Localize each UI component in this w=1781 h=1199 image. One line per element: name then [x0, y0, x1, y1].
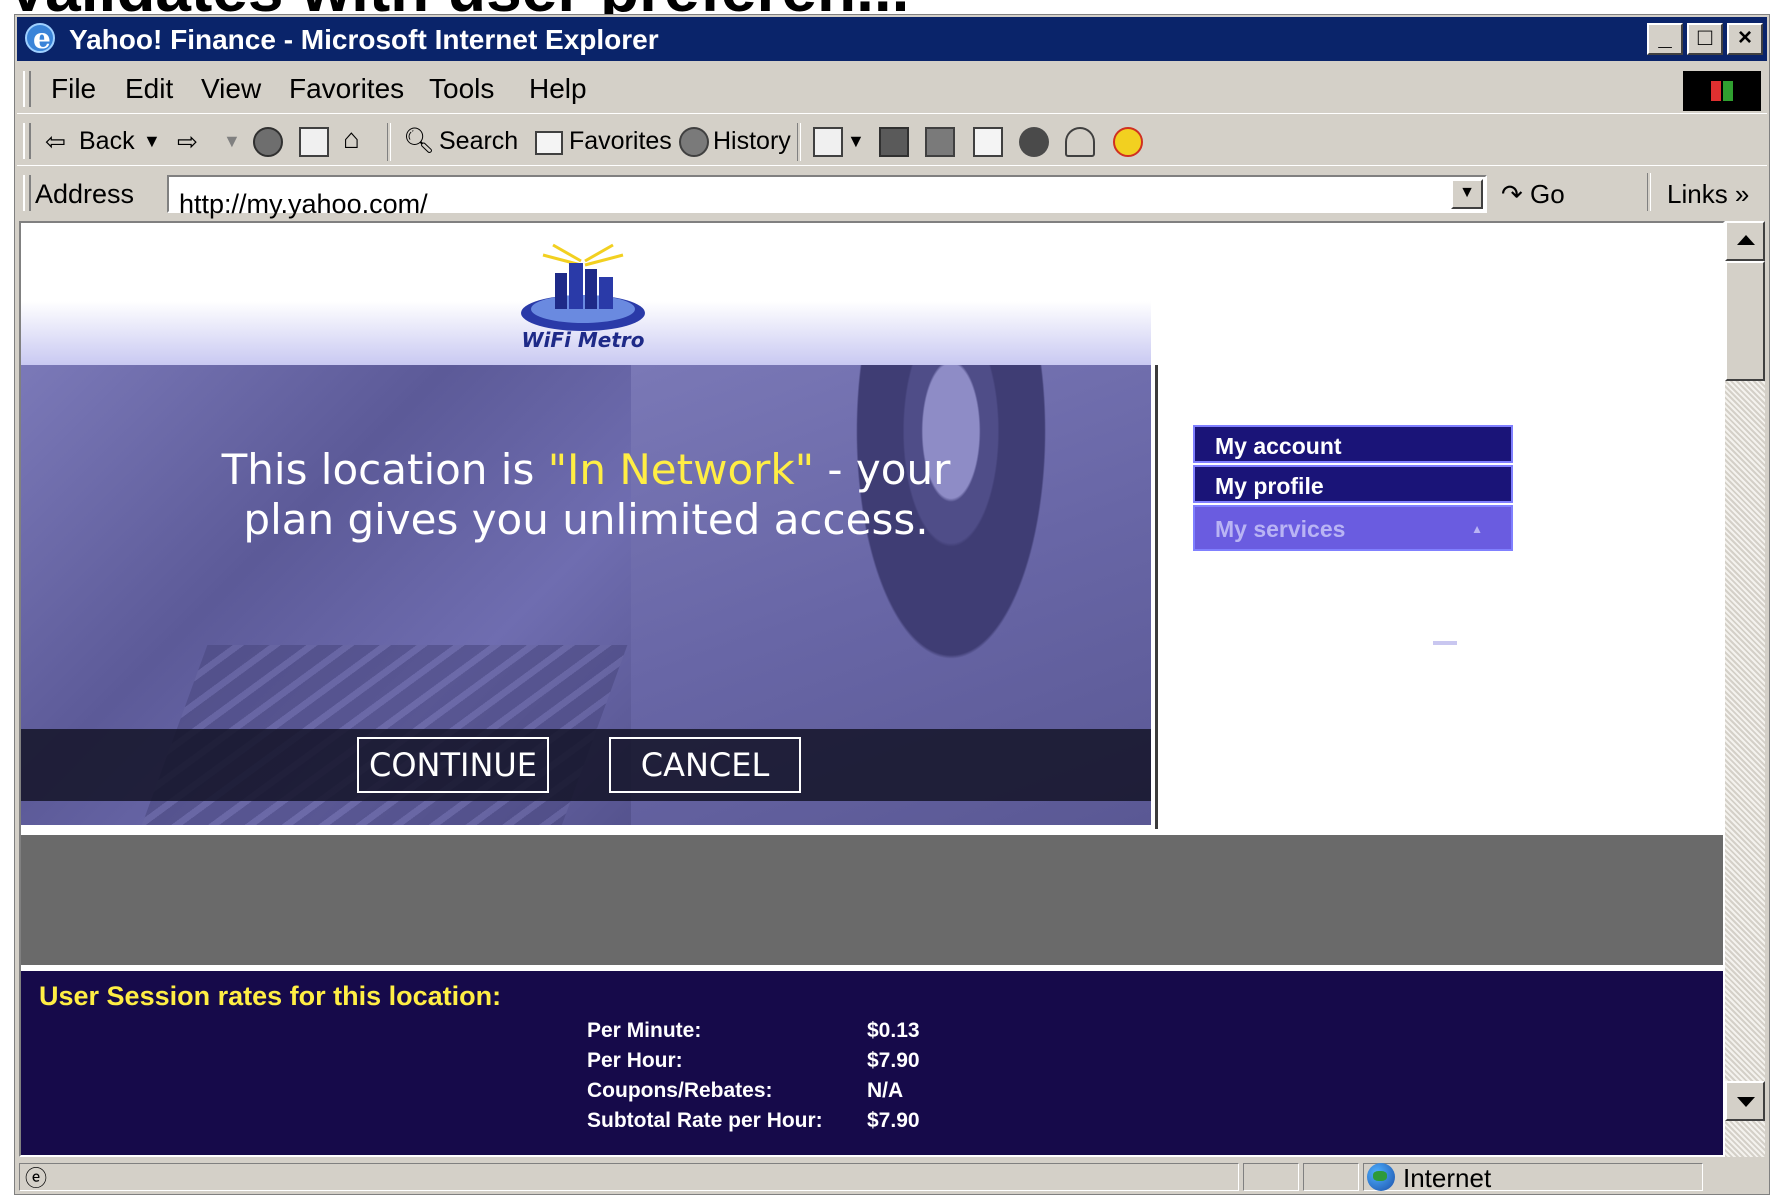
- menu-help[interactable]: Help: [529, 73, 587, 105]
- page-header: WiFi Metro: [21, 223, 1151, 365]
- back-dropdown-icon[interactable]: ▼: [143, 131, 161, 152]
- continue-button[interactable]: CONTINUE: [357, 737, 549, 793]
- close-button[interactable]: ×: [1727, 23, 1763, 55]
- session-rates-panel: User Session rates for this location: Pe…: [21, 971, 1723, 1155]
- stop-icon[interactable]: [253, 127, 283, 157]
- account-menu: My account My profile My services: [1193, 425, 1513, 553]
- wifi-metro-logo: WiFi Metro: [521, 243, 645, 352]
- scroll-down-button[interactable]: [1725, 1081, 1765, 1121]
- toolbar-separator: [387, 123, 391, 161]
- yahoo-messenger-icon[interactable]: [1113, 127, 1143, 157]
- status-pane: [1243, 1163, 1299, 1191]
- go-button[interactable]: ↷ Go: [1501, 179, 1565, 210]
- mail-icon[interactable]: [813, 127, 843, 157]
- windows-logo-icon: [1683, 71, 1761, 111]
- messenger-icon[interactable]: [1019, 127, 1049, 157]
- toolbar-separator: [797, 123, 801, 161]
- decorative-dash: [1433, 641, 1457, 645]
- address-bar: Address http://my.yahoo.com/ ▼ ↷ Go Link…: [17, 169, 1767, 219]
- discuss-icon[interactable]: [973, 127, 1003, 157]
- toolbar-grip: [23, 123, 31, 159]
- go-label: Go: [1530, 179, 1565, 209]
- toolbar: ⇦ Back ▼ ⇨ ▼ ⌂ 🔍︎ Search Favorites Histo…: [17, 117, 1767, 166]
- cancel-button[interactable]: CANCEL: [609, 737, 801, 793]
- toolbar-separator: [1647, 173, 1651, 211]
- rate-value: $0.13: [867, 1019, 920, 1042]
- window-title: Yahoo! Finance - Microsoft Internet Expl…: [69, 24, 659, 55]
- address-label: Address: [35, 179, 135, 209]
- network-message-part: plan gives you unlimited access.: [243, 495, 929, 544]
- maximize-button[interactable]: □: [1687, 23, 1723, 55]
- rate-value: $7.90: [867, 1109, 920, 1132]
- page-viewport: WiFi Metro This location is "In Network"…: [19, 221, 1725, 1157]
- panel-divider: [1155, 365, 1158, 829]
- history-icon[interactable]: [679, 127, 709, 157]
- home-icon[interactable]: ⌂: [343, 123, 360, 155]
- links-button[interactable]: Links »: [1667, 179, 1749, 210]
- rate-value: N/A: [867, 1079, 904, 1102]
- favorites-button[interactable]: Favorites: [569, 127, 672, 156]
- refresh-icon[interactable]: [299, 127, 329, 157]
- menu-bar: File Edit View Favorites Tools Help: [17, 65, 1767, 114]
- browser-window: Yahoo! Finance - Microsoft Internet Expl…: [14, 14, 1770, 1195]
- gray-band: [21, 835, 1723, 965]
- menu-my-profile[interactable]: My profile: [1193, 465, 1513, 503]
- address-input[interactable]: http://my.yahoo.com/ ▼: [167, 175, 1487, 219]
- favorites-icon[interactable]: [535, 131, 563, 155]
- addressbar-grip: [23, 175, 31, 211]
- edit-icon[interactable]: [925, 127, 955, 157]
- ie-icon[interactable]: [25, 22, 55, 55]
- action-bar: CONTINUE CANCEL: [21, 729, 1151, 801]
- contacts-icon[interactable]: [1065, 127, 1095, 157]
- rates-title: User Session rates for this location:: [39, 981, 502, 1011]
- forward-dropdown-icon[interactable]: ▼: [223, 131, 241, 152]
- go-arrow-icon: ↷: [1501, 179, 1523, 209]
- menu-tools[interactable]: Tools: [429, 73, 494, 105]
- minimize-button[interactable]: _: [1647, 23, 1683, 55]
- network-message: This location is "In Network" - your pla…: [21, 445, 1151, 545]
- history-button[interactable]: History: [713, 127, 791, 156]
- network-status-panel: This location is "In Network" - your pla…: [21, 365, 1151, 825]
- security-zone: Internet: [1403, 1163, 1492, 1193]
- rate-label: Coupons/Rebates:: [587, 1079, 773, 1102]
- menu-view[interactable]: View: [201, 73, 261, 105]
- search-button[interactable]: Search: [439, 127, 518, 156]
- menu-file[interactable]: File: [51, 73, 96, 105]
- status-pane: [1303, 1163, 1359, 1191]
- scroll-thumb[interactable]: [1725, 261, 1765, 381]
- menu-favorites[interactable]: Favorites: [289, 73, 404, 105]
- address-url[interactable]: http://my.yahoo.com/: [179, 189, 428, 220]
- title-bar: Yahoo! Finance - Microsoft Internet Expl…: [17, 17, 1767, 61]
- status-pane: [19, 1163, 1239, 1191]
- internet-zone-icon: [1367, 1163, 1395, 1191]
- rate-label: Subtotal Rate per Hour:: [587, 1109, 823, 1132]
- rate-label: Per Minute:: [587, 1019, 702, 1042]
- vertical-scrollbar[interactable]: [1725, 221, 1765, 1157]
- scroll-up-button[interactable]: [1725, 221, 1765, 261]
- print-icon[interactable]: [879, 127, 909, 157]
- back-button[interactable]: Back: [79, 127, 135, 156]
- menu-edit[interactable]: Edit: [125, 73, 173, 105]
- menu-grip: [23, 71, 31, 107]
- rate-value: $7.90: [867, 1049, 920, 1072]
- back-arrow-icon[interactable]: ⇦: [45, 127, 66, 157]
- address-dropdown-icon[interactable]: ▼: [1451, 179, 1483, 209]
- menu-my-services[interactable]: My services: [1193, 505, 1513, 551]
- status-bar: ⓔ Internet: [17, 1161, 1767, 1193]
- network-status-highlight: "In Network": [547, 445, 815, 494]
- menu-my-account[interactable]: My account: [1193, 425, 1513, 463]
- mail-dropdown-icon[interactable]: ▼: [847, 131, 865, 152]
- search-icon[interactable]: 🔍︎: [403, 127, 435, 156]
- network-message-part: This location is: [221, 445, 548, 494]
- rate-label: Per Hour:: [587, 1049, 683, 1072]
- svg-text:WiFi Metro: WiFi Metro: [521, 328, 644, 352]
- forward-arrow-icon[interactable]: ⇨: [177, 127, 198, 157]
- page-icon: ⓔ: [25, 1166, 48, 1191]
- network-message-part: - your: [814, 445, 951, 494]
